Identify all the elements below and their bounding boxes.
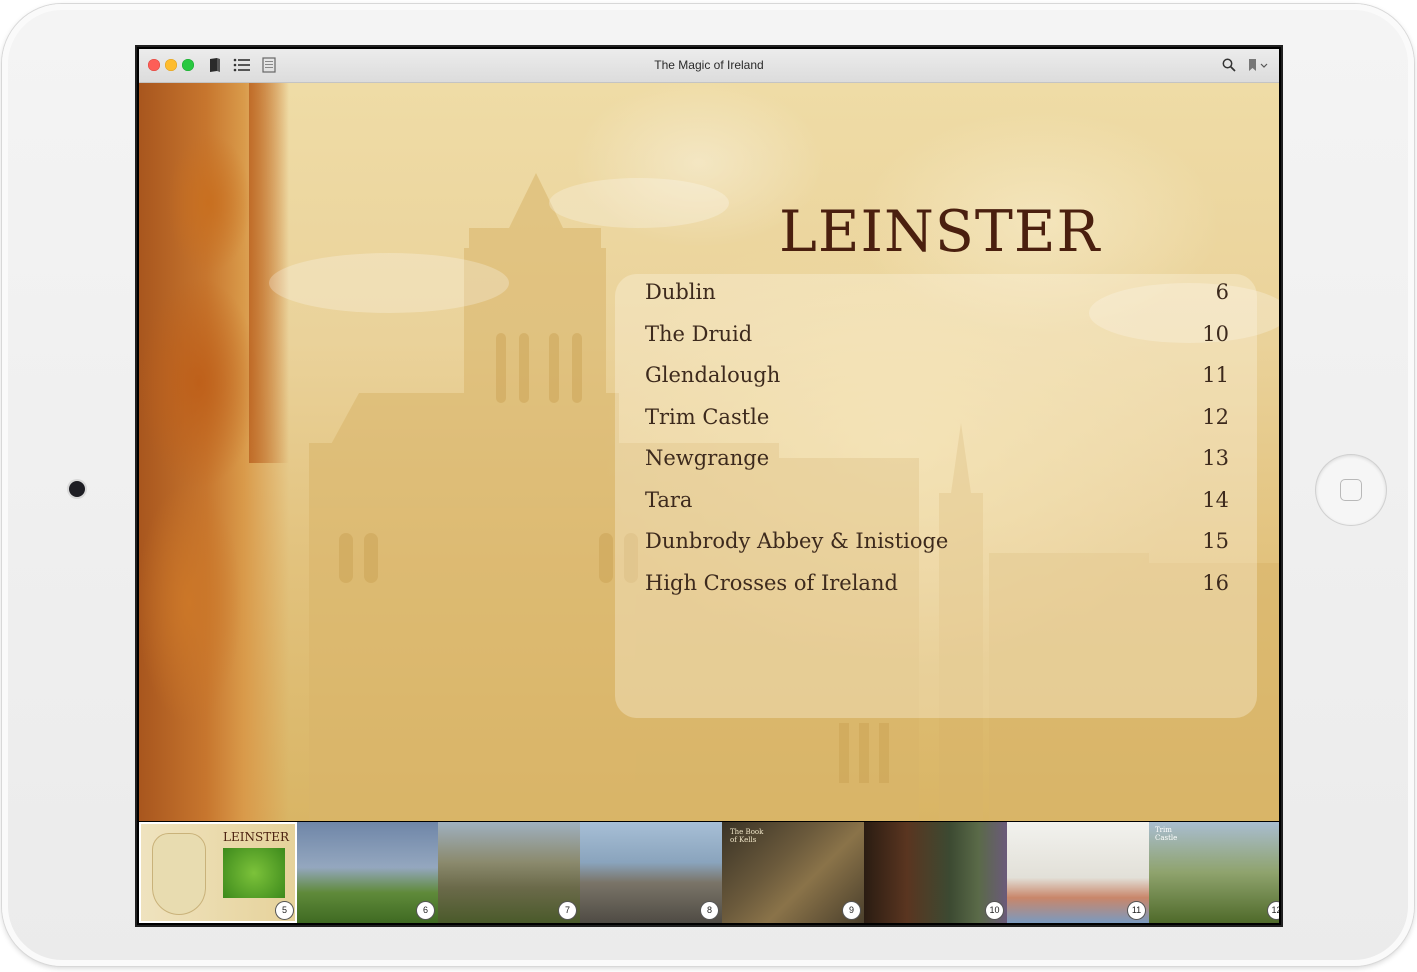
- toc-item-page: 13: [1202, 446, 1229, 470]
- front-camera: [69, 481, 85, 497]
- thumbnail-title: The Book of Kells: [730, 828, 764, 844]
- page-thumbnail[interactable]: 10: [864, 822, 1007, 923]
- toc-item[interactable]: Trim Castle 12: [615, 405, 1257, 435]
- toc-item-title: Tara: [645, 488, 693, 512]
- toc-item-page: 14: [1202, 488, 1229, 512]
- thumbnail-title: LEINSTER: [223, 830, 289, 844]
- toc-item[interactable]: Tara 14: [615, 488, 1257, 518]
- toc-item[interactable]: High Crosses of Ireland 16: [615, 571, 1257, 601]
- page-thumbnail-strip: LEINSTER 5 6 7 8 The Book of Kells 9 10 …: [139, 822, 1279, 923]
- toc-item-page: 12: [1202, 405, 1229, 429]
- thumbnail-page-number: 5: [276, 902, 293, 919]
- page-thumbnail[interactable]: 7: [438, 822, 580, 923]
- home-button[interactable]: [1316, 455, 1386, 525]
- toc-item-page: 15: [1202, 529, 1229, 553]
- page-thumbnail[interactable]: The Book of Kells 9: [722, 822, 864, 923]
- window-title: The Magic of Ireland: [654, 58, 764, 72]
- page-thumbnail[interactable]: LEINSTER 5: [139, 822, 297, 923]
- toc-item[interactable]: Newgrange 13: [615, 446, 1257, 476]
- page-thumbnail[interactable]: 6: [297, 822, 438, 923]
- thumbnail-page-number: 6: [417, 902, 434, 919]
- page-thumbnail[interactable]: 8: [580, 822, 722, 923]
- bookmark-icon[interactable]: [1245, 55, 1271, 75]
- harp-outline-icon: [153, 834, 205, 914]
- window-titlebar: The Magic of Ireland: [139, 49, 1279, 83]
- thumbnail-page-number: 11: [1128, 902, 1145, 919]
- table-of-contents: Dublin 6 The Druid 10 Glendalough 11 Tri…: [615, 274, 1257, 718]
- thumbnail-title: Trim Castle: [1155, 826, 1178, 842]
- search-icon[interactable]: [1220, 55, 1238, 75]
- book-page: LEINSTER Dublin 6 The Druid 10 Glendalou…: [139, 83, 1279, 821]
- toc-item-title: The Druid: [645, 322, 753, 346]
- toc-item-title: High Crosses of Ireland: [645, 571, 898, 595]
- toc-item-page: 10: [1202, 322, 1229, 346]
- toc-item-page: 11: [1202, 363, 1229, 387]
- toc-item-title: Trim Castle: [645, 405, 770, 429]
- thumbnail-page-number: 12: [1268, 902, 1279, 919]
- thumbnail-page-number: 8: [701, 902, 718, 919]
- toc-item[interactable]: The Druid 10: [615, 322, 1257, 352]
- toc-item-title: Newgrange: [645, 446, 770, 470]
- page-thumbnail[interactable]: Trim Castle 12: [1149, 822, 1279, 923]
- thumbnail-page-number: 10: [986, 902, 1003, 919]
- toc-item[interactable]: Dublin 6: [615, 280, 1257, 310]
- shamrock-field-image: [223, 848, 285, 898]
- toc-item[interactable]: Dunbrody Abbey & Inistioge 15: [615, 529, 1257, 559]
- toc-item-title: Glendalough: [645, 363, 781, 387]
- home-button-icon: [1340, 479, 1362, 501]
- toc-item-page: 6: [1215, 280, 1229, 304]
- toc-item[interactable]: Glendalough 11: [615, 363, 1257, 393]
- toc-item-title: Dunbrody Abbey & Inistioge: [645, 529, 949, 553]
- page-thumbnail[interactable]: 11: [1007, 822, 1149, 923]
- toc-item-page: 16: [1202, 571, 1229, 595]
- screen: The Magic of Ireland LEINSTER Dublin 6 T…: [137, 47, 1281, 925]
- thumbnail-page-number: 9: [843, 902, 860, 919]
- chapter-heading: LEINSTER: [779, 199, 1101, 265]
- thumbnail-page-number: 7: [559, 902, 576, 919]
- toc-item-title: Dublin: [645, 280, 716, 304]
